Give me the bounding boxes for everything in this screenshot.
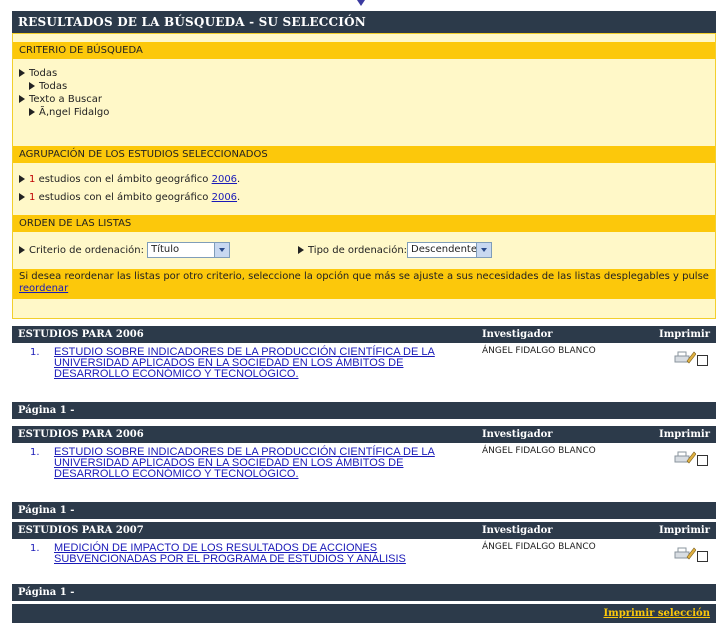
triangle-bullet-icon — [19, 69, 25, 77]
triangle-bullet-icon — [29, 108, 35, 116]
reorder-note: Si desea reordenar las listas por otro c… — [13, 269, 715, 299]
search-summary-panel: CRITERIO DE BÚSQUEDA Todas Todas Texto a… — [12, 33, 716, 319]
criterio-select[interactable]: Título — [147, 242, 231, 258]
down-arrow-icon — [357, 0, 365, 6]
reordenar-link[interactable]: reordenar — [19, 283, 68, 294]
orden-heading: ORDEN DE LAS LISTAS — [13, 215, 715, 232]
chevron-down-icon — [214, 243, 230, 257]
print-control — [668, 451, 708, 467]
print-control — [668, 351, 708, 367]
table-row: 1. ESTUDIO SOBRE INDICADORES DE LA PRODU… — [12, 343, 716, 402]
criterio-item: Ã‚ngel Fidalgo — [29, 107, 109, 118]
printer-pen-icon — [674, 451, 696, 464]
triangle-bullet-icon — [29, 82, 35, 90]
printer-pen-icon — [674, 351, 696, 364]
year-link[interactable]: 2006 — [212, 192, 237, 203]
triangle-bullet-icon — [19, 95, 25, 103]
criterio-item: Todas — [29, 81, 67, 92]
tipo-select[interactable]: Descendente — [407, 242, 493, 258]
triangle-bullet-icon — [19, 193, 25, 201]
year-link[interactable]: 2006 — [212, 174, 237, 185]
study-link[interactable]: MEDICIÓN DE IMPACTO DE LOS RESULTADOS DE… — [54, 543, 474, 565]
footer-bar: Imprimir selección — [12, 604, 716, 623]
table-row: 1. ESTUDIO SOBRE INDICADORES DE LA PRODU… — [12, 443, 716, 500]
study-link[interactable]: ESTUDIO SOBRE INDICADORES DE LA PRODUCCI… — [54, 347, 474, 380]
checkbox-icon[interactable] — [697, 551, 708, 562]
triangle-bullet-icon — [19, 175, 25, 183]
triangle-bullet-icon — [298, 246, 304, 254]
criterio-ordenacion: Criterio de ordenación: Título — [19, 242, 231, 258]
group-header: ESTUDIOS PARA 2007 Investigador Imprimir — [12, 522, 716, 539]
pagination: Página 1 - — [12, 584, 716, 601]
print-selection-link[interactable]: Imprimir selección — [603, 608, 710, 619]
group-header: ESTUDIOS PARA 2006 Investigador Imprimir — [12, 426, 716, 443]
print-control — [668, 547, 708, 563]
checkbox-icon[interactable] — [697, 355, 708, 366]
criterio-item: Texto a Buscar — [19, 94, 102, 105]
triangle-bullet-icon — [19, 246, 25, 254]
criterio-item: Todas — [19, 68, 57, 79]
agrupacion-heading: AGRUPACIÓN DE LOS ESTUDIOS SELECCIONADOS — [13, 146, 715, 163]
agrupacion-row: 1 estudios con el ámbito geográfico 2006… — [19, 174, 240, 185]
page-title: RESULTADOS DE LA BÚSQUEDA - SU SELECCIÓN — [12, 11, 716, 33]
checkbox-icon[interactable] — [697, 455, 708, 466]
pagination: Página 1 - — [12, 402, 716, 419]
table-row: 1. MEDICIÓN DE IMPACTO DE LOS RESULTADOS… — [12, 539, 716, 584]
tipo-ordenacion: Tipo de ordenación: Descendente — [298, 242, 493, 258]
agrupacion-row: 1 estudios con el ámbito geográfico 2006… — [19, 192, 240, 203]
pagination: Página 1 - — [12, 502, 716, 519]
study-link[interactable]: ESTUDIO SOBRE INDICADORES DE LA PRODUCCI… — [54, 447, 474, 480]
criterio-heading: CRITERIO DE BÚSQUEDA — [13, 42, 715, 59]
printer-pen-icon — [674, 547, 696, 560]
chevron-down-icon — [476, 243, 492, 257]
group-header: ESTUDIOS PARA 2006 Investigador Imprimir — [12, 326, 716, 343]
